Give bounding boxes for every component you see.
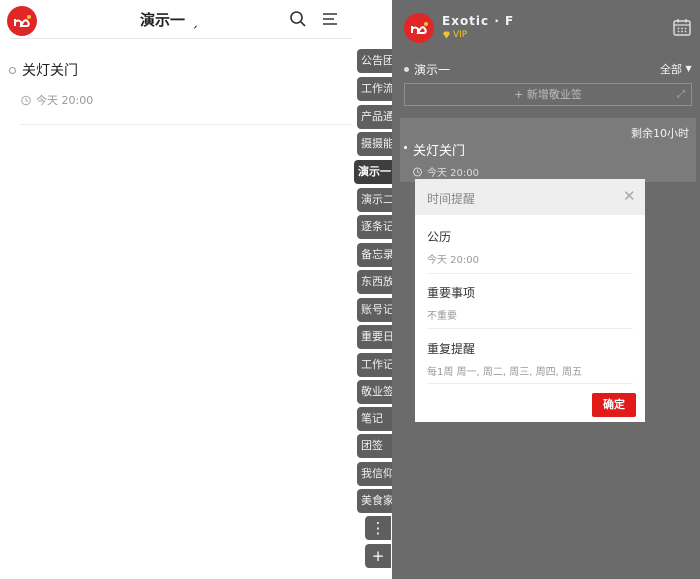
tab-4-active[interactable]: 演示一: [354, 160, 392, 184]
setting-value: 不重要: [427, 311, 457, 322]
user-avatar[interactable]: [404, 13, 434, 43]
setting-label: 重复提醒: [427, 342, 476, 356]
tab-3[interactable]: 摄摄能: [357, 132, 392, 156]
filter-dropdown[interactable]: 全部 ▼: [660, 61, 692, 77]
setting-value: 每1周 周一, 周二, 周三, 周四, 周五: [427, 367, 582, 378]
menu-icon: [323, 13, 337, 25]
calendar-setting[interactable]: 公历 今天 20:00: [427, 228, 479, 266]
tab-15[interactable]: 我信仰: [357, 462, 392, 486]
tab-12[interactable]: 敬业签: [357, 380, 392, 404]
dialog-divider: [427, 383, 633, 384]
add-tab-button[interactable]: +: [365, 544, 391, 568]
dialog-title: 时间提醒: [427, 192, 476, 206]
remaining-time: 剩余10小时: [631, 127, 689, 140]
more-tabs-button[interactable]: ⋮: [365, 516, 391, 540]
time-reminder-dialog: 时间提醒 ✕ 公历 今天 20:00 重要事项 不重要 重复提醒 每1周 周一,…: [415, 179, 645, 422]
vip-label: VIP: [453, 30, 468, 40]
tab-13[interactable]: 笔记: [357, 407, 392, 431]
add-note-label: + 新增敬业签: [514, 88, 582, 101]
calendar-icon: [673, 19, 691, 36]
search-button[interactable]: [289, 10, 307, 32]
setting-label: 公历: [427, 230, 452, 244]
alarm-icon: [21, 95, 31, 106]
menu-button[interactable]: [322, 11, 338, 31]
note-title[interactable]: 关灯关门: [413, 140, 465, 159]
confirm-button[interactable]: 确定: [592, 393, 636, 417]
tab-9[interactable]: 账号记: [357, 298, 392, 322]
tab-16[interactable]: 美食家: [357, 489, 392, 513]
left-panel: 演示一 ˏ 关灯关门 今天 20:00: [0, 0, 392, 579]
tab-0[interactable]: 公告团: [357, 49, 392, 73]
tab-10[interactable]: 重要日: [357, 325, 392, 349]
header-divider: [10, 38, 352, 39]
cloud-logo-icon: [411, 22, 428, 34]
filter-label: 全部: [660, 63, 682, 76]
note-time-text: 今天 20:00: [427, 168, 479, 179]
user-name: Exotic · F: [442, 14, 515, 28]
caret-down-icon: ▼: [685, 64, 692, 73]
close-icon[interactable]: ✕: [623, 189, 636, 204]
tab-5[interactable]: 演示二: [357, 188, 392, 212]
setting-label: 重要事项: [427, 286, 476, 300]
repeat-setting[interactable]: 重复提醒 每1周 周一, 周二, 周三, 周四, 周五: [427, 340, 582, 378]
note-title[interactable]: 关灯关门: [22, 60, 78, 80]
app-logo-avatar[interactable]: [7, 6, 37, 36]
tab-7[interactable]: 备忘录: [357, 243, 392, 267]
note-time: 今天 20:00: [412, 164, 479, 179]
alarm-icon: [413, 167, 422, 177]
tab-6[interactable]: 逐条记: [357, 215, 392, 239]
diamond-icon: [443, 31, 450, 39]
tab-11[interactable]: 工作记: [357, 353, 392, 377]
vip-badge: VIP: [442, 30, 467, 40]
note-time: 今天 20:00: [20, 92, 93, 108]
category-dot: [404, 67, 409, 72]
note-divider: [20, 124, 352, 125]
dialog-divider: [427, 273, 633, 274]
page-title: 演示一 ˏ: [140, 9, 199, 30]
tab-2[interactable]: 产品通: [357, 105, 392, 129]
title-mark: ˏ: [191, 11, 199, 29]
search-icon: [290, 11, 306, 27]
tab-8[interactable]: 东西放: [357, 270, 392, 294]
calendar-button[interactable]: [672, 17, 692, 41]
cloud-logo-icon: [14, 15, 31, 27]
setting-value: 今天 20:00: [427, 255, 479, 266]
page-title-text: 演示一: [140, 11, 186, 29]
note-time-text: 今天 20:00: [36, 94, 94, 107]
tab-14[interactable]: 团签: [357, 434, 392, 458]
add-note-button[interactable]: + 新增敬业签 ⤢: [404, 83, 692, 106]
importance-setting[interactable]: 重要事项 不重要: [427, 284, 475, 322]
category-name: 演示一: [414, 63, 451, 77]
note-bullet: [9, 67, 16, 74]
tab-1[interactable]: 工作流: [357, 77, 392, 101]
note-bullet: [404, 146, 407, 149]
current-category: 演示一: [404, 61, 450, 78]
dialog-divider: [427, 328, 633, 329]
expand-icon[interactable]: ⤢: [677, 84, 685, 105]
